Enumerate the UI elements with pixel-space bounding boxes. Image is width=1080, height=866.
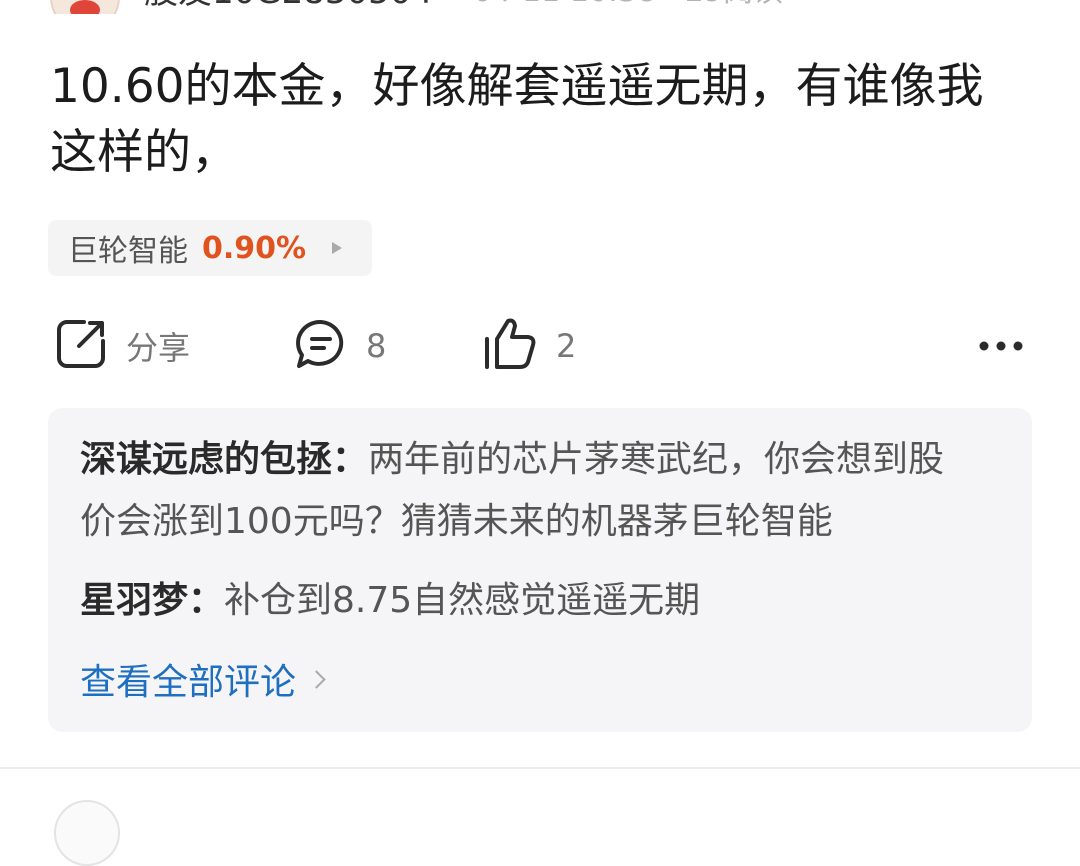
stock-tag[interactable]: 巨轮智能 0.90% — [48, 220, 372, 276]
share-button[interactable]: 分享 — [54, 318, 190, 374]
comment-text: 补仓到8.75自然感觉遥遥无期 — [224, 580, 701, 621]
more-button[interactable] — [978, 318, 1024, 374]
thumbs-up-icon — [482, 317, 538, 375]
share-label: 分享 — [126, 329, 191, 367]
comments-preview: 深谋远虑的包拯：两年前的芯片茅寒武纪，你会想到股价会涨到100元吗？猜猜未来的机… — [48, 408, 1032, 732]
comment-bubble-icon — [294, 317, 348, 375]
divider — [0, 767, 1080, 769]
comment-item[interactable]: 星羽梦：补仓到8.75自然感觉遥遥无期 — [80, 570, 1010, 632]
like-button[interactable]: 2 — [482, 318, 576, 374]
truncation-ellipsis: … — [980, 532, 1010, 553]
action-bar: 分享 8 2 — [0, 318, 1080, 374]
stock-change: 0.90% — [202, 230, 307, 266]
share-icon — [54, 317, 108, 375]
comment-item[interactable]: 深谋远虑的包拯：两年前的芯片茅寒武纪，你会想到股价会涨到100元吗？猜猜未来的机… — [80, 429, 1010, 553]
like-count: 2 — [556, 327, 577, 365]
chevron-right-icon — [307, 669, 326, 689]
author-name[interactable]: 股友10G2830504 — [144, 0, 433, 13]
post-meta: 04-11 10:38 · 29阅读 — [473, 0, 783, 10]
more-dots-icon — [978, 337, 1024, 356]
post-header: 股友10G2830504 04-11 10:38 · 29阅读 — [0, 0, 1080, 14]
post-header-row: 股友10G2830504 04-11 10:38 · 29阅读 — [50, 0, 783, 14]
author-avatar[interactable] — [50, 0, 120, 14]
comment-count: 8 — [366, 327, 387, 365]
stock-name: 巨轮智能 — [68, 234, 188, 269]
comment-author[interactable]: 星羽梦： — [80, 580, 224, 621]
play-arrow-icon — [332, 242, 343, 254]
view-all-label: 查看全部评论 — [80, 662, 297, 703]
view-all-comments-link[interactable]: 查看全部评论 — [80, 653, 326, 705]
comment-button[interactable]: 8 — [294, 318, 386, 374]
comment-author[interactable]: 深谋远虑的包拯： — [80, 439, 368, 480]
post-text[interactable]: 10.60的本金，好像解套遥遥无期，有谁像我这样的， — [50, 54, 1030, 186]
next-post-avatar[interactable] — [54, 800, 120, 866]
